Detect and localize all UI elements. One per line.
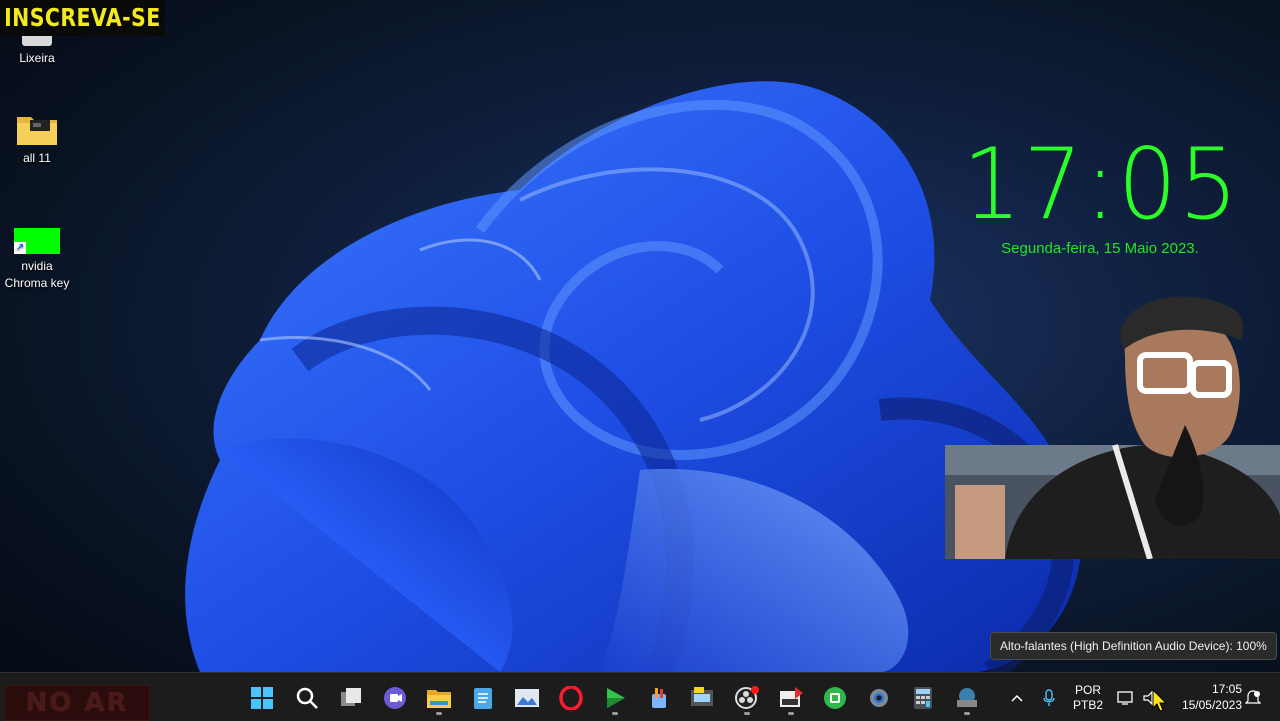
desktop-icon-label: Lixeira bbox=[19, 51, 55, 65]
running-indicator bbox=[744, 712, 750, 715]
taskbar-time: 17:05 bbox=[1211, 682, 1242, 696]
paint-icon bbox=[652, 688, 666, 708]
start-icon bbox=[251, 687, 273, 709]
photos-button[interactable] bbox=[509, 681, 545, 715]
running-indicator bbox=[788, 712, 794, 715]
file-explorer-icon bbox=[427, 690, 451, 708]
obs-icon bbox=[735, 686, 759, 709]
recycle-bin-icon bbox=[22, 36, 52, 46]
video-editor-icon bbox=[780, 687, 803, 707]
on-air-label: NO AR bbox=[25, 688, 129, 718]
opera-button[interactable] bbox=[553, 681, 589, 715]
taskbar: NO AR POR PTB2 17:05 15/05/2023 bbox=[0, 672, 1280, 721]
chevron-up-icon bbox=[1011, 694, 1023, 702]
keyboard-layout: PTB2 bbox=[1072, 698, 1103, 712]
notification-bell-icon bbox=[1245, 690, 1261, 704]
media-player-icon bbox=[607, 688, 625, 708]
resources-button[interactable] bbox=[685, 681, 721, 715]
language-code: POR bbox=[1074, 683, 1101, 697]
opera-icon bbox=[559, 686, 583, 710]
calculator-icon bbox=[914, 687, 932, 709]
settings-button[interactable] bbox=[861, 681, 897, 715]
desktop-icon-lixeira[interactable]: Lixeira bbox=[0, 36, 74, 67]
search-button[interactable] bbox=[289, 681, 325, 715]
network-status-button[interactable] bbox=[1112, 681, 1140, 715]
notifications-button[interactable] bbox=[1242, 681, 1264, 715]
desktop-icon-all-11[interactable]: all 11 bbox=[0, 112, 74, 167]
task-view-icon bbox=[341, 688, 361, 706]
language-indicator[interactable]: POR PTB2 bbox=[1068, 683, 1108, 713]
network-app-button[interactable] bbox=[949, 681, 985, 715]
taskbar-date: 15/05/2023 bbox=[1181, 698, 1242, 712]
photos-icon bbox=[515, 689, 539, 707]
media-player-button[interactable] bbox=[597, 681, 633, 715]
taskbar-clock[interactable]: 17:05 15/05/2023 bbox=[1168, 681, 1242, 713]
mouse-cursor-icon bbox=[1152, 689, 1168, 712]
shortcut-arrow-icon: ↗ bbox=[14, 242, 26, 254]
subscribe-banner: INSCREVA-SE bbox=[0, 0, 165, 36]
running-indicator bbox=[612, 712, 618, 715]
clock-widget: 17:05 Segunda-feira, 15 Maio 2023. bbox=[955, 130, 1245, 257]
microphone-button[interactable] bbox=[1036, 681, 1062, 715]
start-button[interactable] bbox=[244, 681, 280, 715]
paint-button[interactable] bbox=[641, 681, 677, 715]
task-view-button[interactable] bbox=[333, 681, 369, 715]
video-editor-button[interactable] bbox=[773, 681, 809, 715]
obs-button[interactable] bbox=[729, 681, 765, 715]
show-hidden-icons-button[interactable] bbox=[1004, 681, 1030, 715]
on-air-indicator: NO AR bbox=[4, 685, 150, 721]
desktop-icon-nvidia-chroma-key[interactable]: ↗ nvidia Chroma key bbox=[0, 228, 74, 292]
settings-icon bbox=[870, 689, 888, 707]
webcam-overlay bbox=[945, 296, 1280, 559]
clock-date: Segunda-feira, 15 Maio 2023. bbox=[1001, 240, 1199, 257]
network-icon bbox=[1117, 691, 1133, 705]
teams-chat-button[interactable] bbox=[377, 681, 413, 715]
folder-icon bbox=[16, 112, 58, 146]
microphone-icon bbox=[1043, 689, 1055, 706]
file-explorer-button[interactable] bbox=[421, 681, 457, 715]
volume-tooltip: Alto-falantes (High Definition Audio Dev… bbox=[990, 632, 1277, 660]
green-app-icon bbox=[824, 687, 846, 709]
running-indicator bbox=[964, 712, 970, 715]
notepad-button[interactable] bbox=[465, 681, 501, 715]
desktop-icon-label: all 11 bbox=[23, 151, 51, 165]
search-icon bbox=[296, 687, 318, 709]
network-app-icon bbox=[957, 688, 977, 707]
chroma-key-shortcut-icon: ↗ bbox=[14, 228, 60, 254]
notepad-icon bbox=[474, 688, 492, 709]
resources-icon bbox=[691, 687, 713, 706]
desktop-icon-label: nvidia Chroma key bbox=[4, 259, 70, 290]
green-app-button[interactable] bbox=[817, 681, 853, 715]
calculator-button[interactable] bbox=[905, 681, 941, 715]
teams-chat-icon bbox=[384, 687, 406, 709]
running-indicator bbox=[436, 712, 442, 715]
clock-time: 17:05 bbox=[962, 128, 1241, 242]
